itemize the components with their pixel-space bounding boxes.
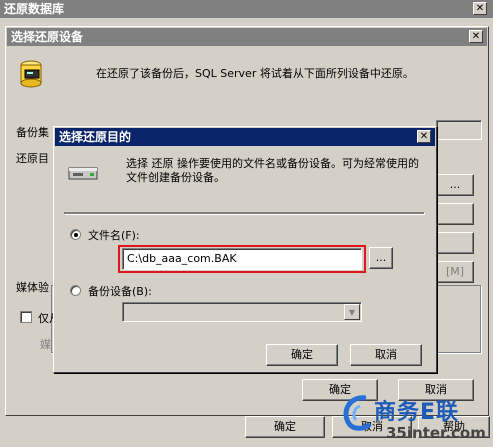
dest-cancel-button[interactable]: 取消 (350, 344, 422, 366)
dest-dialog-description: 选择 还原 操作要使用的文件名或备份设备。可为经常使用的文件创建备份设备。 (126, 157, 419, 184)
watermark-logo-icon (343, 395, 372, 431)
media-sub-label: 媒 (40, 338, 51, 351)
dest-dialog-titlebar: 选择还原目的 (55, 128, 435, 146)
dest-divider (64, 212, 424, 214)
backup-device-select[interactable]: ▼ (122, 302, 362, 322)
only-from-checkbox[interactable] (20, 311, 32, 323)
database-icon (20, 60, 42, 88)
dest-close-icon[interactable]: ✕ (417, 130, 431, 143)
browse-button[interactable]: ... (369, 247, 393, 269)
backup-device-icon (68, 167, 98, 180)
device-dialog-message: 在还原了该备份后，SQL Server 将试着从下面所列设备中还原。 (96, 67, 414, 80)
outer-window-titlebar: 还原数据库 (0, 0, 493, 18)
device-dialog-titlebar: 选择还原设备 (7, 28, 487, 46)
backup-device-radio[interactable] (70, 285, 81, 296)
dest-dialog: 选择还原目的 ✕ 选择 还原 操作要使用的文件名或备份设备。可为经常使用的文件创… (53, 126, 437, 373)
device-side-button-1[interactable]: ... (436, 174, 474, 196)
dest-ok-button[interactable]: 确定 (266, 344, 338, 366)
device-close-icon[interactable]: ✕ (469, 30, 483, 43)
device-side-button-2[interactable] (436, 203, 474, 225)
media-verify-label: 媒体验 (16, 281, 49, 294)
watermark-url: 35inter.com (386, 424, 486, 442)
restore-target-label: 还原目 (16, 152, 49, 165)
filename-value: C:\db_aaa_com.BAK (127, 252, 237, 265)
dropdown-arrow-icon[interactable]: ▼ (344, 304, 360, 320)
backup-set-field[interactable] (436, 120, 482, 140)
backup-device-label: 备份设备(B): (88, 285, 152, 298)
outer-window-title: 还原数据库 (4, 2, 65, 16)
device-side-button-4[interactable]: [M] (436, 261, 474, 283)
filename-radio[interactable] (70, 229, 81, 240)
outer-close-icon[interactable]: ✕ (473, 2, 487, 15)
device-dialog-title: 选择还原设备 (11, 30, 84, 44)
filename-input[interactable]: C:\db_aaa_com.BAK (122, 248, 362, 270)
watermark: 商务E联 35inter.com (340, 388, 493, 447)
backup-set-label: 备份集 (16, 126, 49, 139)
dest-dialog-title: 选择还原目的 (59, 130, 132, 144)
watermark-brand: 商务E联 (374, 400, 460, 425)
filename-label: 文件名(F): (88, 229, 140, 242)
outer-ok-button[interactable]: 确定 (245, 416, 325, 438)
device-side-button-3[interactable] (436, 232, 474, 254)
